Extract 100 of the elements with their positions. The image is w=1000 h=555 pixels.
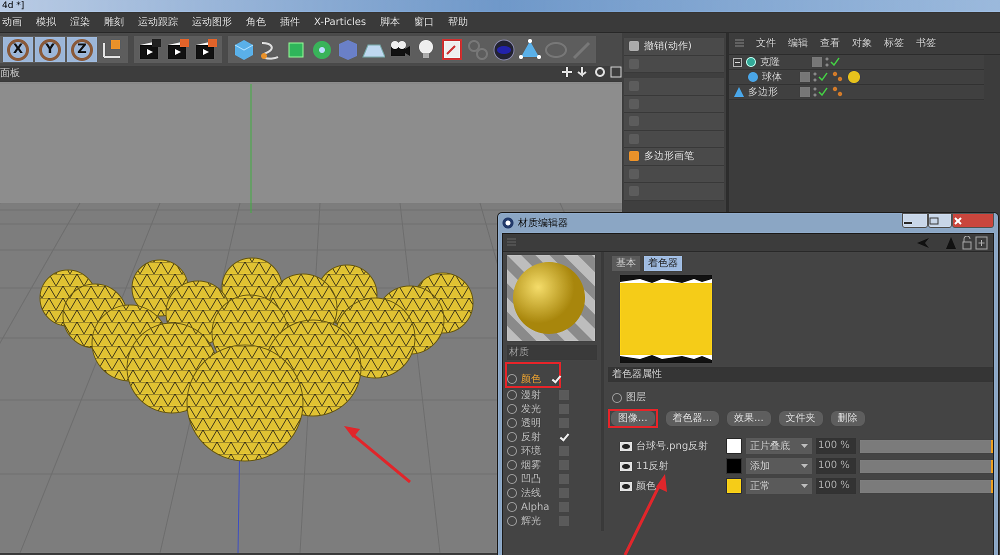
expand-toggle-icon[interactable] bbox=[733, 58, 742, 66]
menu-item[interactable]: 动画 bbox=[2, 12, 22, 32]
caret-icon bbox=[801, 484, 808, 488]
color-swatch[interactable] bbox=[726, 458, 742, 474]
window-title: 材质编辑器 bbox=[518, 216, 569, 230]
menu-item[interactable]: 标签 bbox=[884, 36, 904, 51]
menu-item[interactable]: 帮助 bbox=[448, 12, 468, 32]
menu-item[interactable]: 雕刻 bbox=[104, 12, 124, 32]
eye-icon[interactable] bbox=[620, 442, 632, 450]
layer-name: 11反射 bbox=[636, 460, 670, 474]
phong-tag-icon[interactable] bbox=[832, 86, 844, 98]
opacity-field[interactable]: 100 % bbox=[816, 478, 856, 494]
opacity-field[interactable]: 100 % bbox=[816, 458, 856, 474]
object-row[interactable]: 克隆 bbox=[729, 55, 984, 70]
menu-item[interactable]: 对象 bbox=[852, 36, 872, 51]
menu-item[interactable]: 渲染 bbox=[70, 12, 90, 32]
eye-icon[interactable] bbox=[620, 482, 632, 490]
channel-label[interactable]: 环境 bbox=[521, 444, 555, 458]
axis-toggle-button[interactable]: Y bbox=[35, 37, 65, 62]
menu-item[interactable]: 运动图形 bbox=[192, 12, 232, 32]
opacity-field[interactable]: 100 % bbox=[816, 438, 856, 454]
opacity-slider-fill[interactable] bbox=[860, 460, 993, 472]
menu-item[interactable]: 查看 bbox=[820, 36, 840, 51]
sphere-button-icon[interactable] bbox=[491, 37, 515, 62]
channel-label[interactable]: 透明 bbox=[521, 416, 555, 430]
annotation-arrow bbox=[344, 426, 411, 484]
channel-label[interactable]: Alpha bbox=[521, 500, 555, 514]
window-title: 4d *] bbox=[0, 0, 1000, 12]
visibility-toggles-icon[interactable] bbox=[799, 86, 829, 98]
layer-mode-label: 图层 bbox=[626, 391, 646, 405]
opacity-slider-fill[interactable] bbox=[860, 440, 993, 452]
channel-label[interactable]: 漫射 bbox=[521, 388, 555, 402]
channel-label[interactable]: 法线 bbox=[521, 486, 555, 500]
layer-name: 台球号.png反射 bbox=[636, 440, 710, 454]
app-logo-icon bbox=[502, 217, 514, 229]
channel-label[interactable]: 反射 bbox=[521, 430, 555, 444]
shader-button[interactable]: 着色器... bbox=[666, 411, 720, 426]
disabled-command-icon bbox=[628, 168, 640, 180]
tab[interactable]: 着色器 bbox=[644, 256, 682, 271]
visibility-toggles-icon[interactable] bbox=[799, 71, 829, 83]
menu-item[interactable]: 脚本 bbox=[380, 12, 400, 32]
radio-icon[interactable] bbox=[612, 392, 622, 402]
material-tag-icon[interactable] bbox=[847, 70, 861, 84]
menu-item[interactable]: 运动跟踪 bbox=[138, 12, 178, 32]
caret-icon bbox=[801, 444, 808, 448]
minimize-button[interactable] bbox=[902, 213, 928, 228]
menu-item[interactable]: 文件 bbox=[756, 36, 776, 51]
channel-label[interactable]: 凹凸 bbox=[521, 472, 555, 486]
clapperboard-icon[interactable] bbox=[137, 37, 163, 62]
menu-item[interactable]: 角色 bbox=[246, 12, 266, 32]
opacity-slider-fill[interactable] bbox=[860, 480, 993, 492]
cloner-icon bbox=[745, 56, 757, 68]
shader-button[interactable]: 删除 bbox=[830, 411, 865, 426]
clapperboard-icon[interactable] bbox=[193, 37, 219, 62]
shader-button[interactable]: 文件夹 bbox=[778, 411, 823, 426]
object-row[interactable]: 多边形 bbox=[729, 85, 984, 100]
material-name: 材质 bbox=[507, 345, 597, 360]
axis-toggle-button[interactable]: X bbox=[3, 37, 33, 62]
phong-tag-icon[interactable] bbox=[832, 71, 844, 83]
tag-icon[interactable] bbox=[439, 37, 463, 62]
shader-button[interactable]: 效果... bbox=[727, 411, 771, 426]
close-button[interactable] bbox=[952, 213, 994, 228]
menu-item[interactable]: X-Particles bbox=[314, 12, 366, 32]
channel-checkbox[interactable] bbox=[551, 374, 559, 384]
axis-toggle-button[interactable]: Z bbox=[67, 37, 97, 62]
channel-label[interactable]: 辉光 bbox=[521, 514, 555, 528]
sphere-icon bbox=[747, 71, 759, 83]
shader-button[interactable]: 图像... bbox=[611, 411, 655, 426]
triangle-icon bbox=[733, 86, 745, 98]
viewport-navigation-icon[interactable] bbox=[562, 66, 622, 78]
color-swatch[interactable] bbox=[726, 478, 742, 494]
section-header: 着色器属性 bbox=[608, 367, 993, 382]
channel-label[interactable]: 颜色 bbox=[521, 372, 548, 386]
menu-item[interactable]: 模拟 bbox=[36, 12, 56, 32]
menu-item[interactable]: 编辑 bbox=[788, 36, 808, 51]
viewport-title: 面板 bbox=[0, 66, 20, 81]
blend-mode-dropdown[interactable]: 添加 bbox=[746, 458, 812, 474]
tab[interactable]: 基本 bbox=[612, 256, 640, 271]
channel-checkbox[interactable] bbox=[559, 432, 569, 442]
eye-icon[interactable] bbox=[620, 462, 632, 470]
color-swatch[interactable] bbox=[726, 438, 742, 454]
clapperboard-icon[interactable] bbox=[165, 37, 191, 62]
command-item[interactable]: 多边形画笔 bbox=[624, 148, 724, 166]
visibility-toggles-icon[interactable] bbox=[811, 56, 841, 68]
disabled-command-icon bbox=[628, 58, 640, 70]
blend-mode-dropdown[interactable]: 正常 bbox=[746, 478, 812, 494]
command-item[interactable]: 撤销(动作) bbox=[624, 38, 724, 56]
channel-label[interactable]: 烟雾 bbox=[521, 458, 555, 472]
maximize-button[interactable] bbox=[928, 213, 952, 228]
navigation-icons[interactable] bbox=[915, 236, 989, 250]
object-row[interactable]: 球体 bbox=[729, 70, 984, 85]
disabled-command-icon bbox=[628, 132, 640, 145]
channel-label[interactable]: 发光 bbox=[521, 402, 555, 416]
grip-icon bbox=[735, 39, 744, 48]
menu-item[interactable]: 书签 bbox=[916, 36, 936, 51]
menu-item[interactable]: 插件 bbox=[280, 12, 300, 32]
blend-mode-dropdown[interactable]: 正片叠底 bbox=[746, 438, 812, 454]
command-icon bbox=[628, 40, 640, 52]
menu-item[interactable]: 窗口 bbox=[414, 12, 434, 32]
triangle-points-icon[interactable] bbox=[517, 37, 541, 62]
